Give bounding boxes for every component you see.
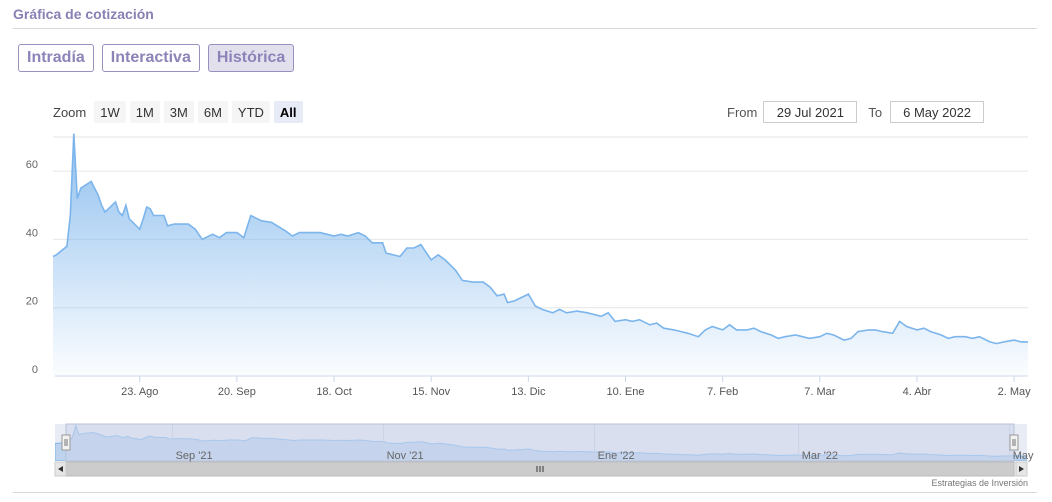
x-tick-label: 7. Feb (707, 386, 738, 398)
navigator-tick-label: Mar '22 (802, 450, 838, 462)
x-tick-label: 10. Ene (607, 386, 645, 398)
x-tick-label: 2. May (998, 386, 1032, 398)
navigator-tick-label: Nov '21 (387, 450, 424, 462)
price-chart: 0 20 40 60 23. Ago 20. Sep 18. Oct 15. Nov 13. … (26, 133, 1034, 477)
navigator-tick-label: Ene '22 (598, 450, 635, 462)
navigator-tick-label: May (1013, 450, 1034, 462)
y-tick-label: 40 (26, 227, 38, 239)
navigator-right-handle[interactable] (1009, 434, 1019, 451)
x-tick-label: 13. Dic (511, 386, 546, 398)
scroll-left-button[interactable] (54, 461, 67, 477)
bottom-divider (13, 492, 1037, 493)
chart-credit: Estrategias de Inversión (931, 478, 1028, 488)
navigator-left-handle[interactable] (61, 434, 71, 451)
navigator-tick-label: Sep '21 (176, 450, 213, 462)
y-tick-label: 0 (32, 364, 38, 376)
x-tick-label: 7. Mar (804, 386, 836, 398)
scroll-right-button[interactable] (1015, 461, 1028, 477)
x-tick-label: 4. Abr (903, 386, 932, 398)
y-tick-label: 60 (26, 159, 38, 171)
x-tick-label: 20. Sep (218, 386, 256, 398)
x-tick-label: 23. Ago (121, 386, 158, 398)
x-tick-label: 15. Nov (412, 386, 450, 398)
price-area (53, 133, 1028, 376)
x-tick-label: 18. Oct (316, 386, 351, 398)
y-tick-label: 20 (26, 296, 38, 308)
